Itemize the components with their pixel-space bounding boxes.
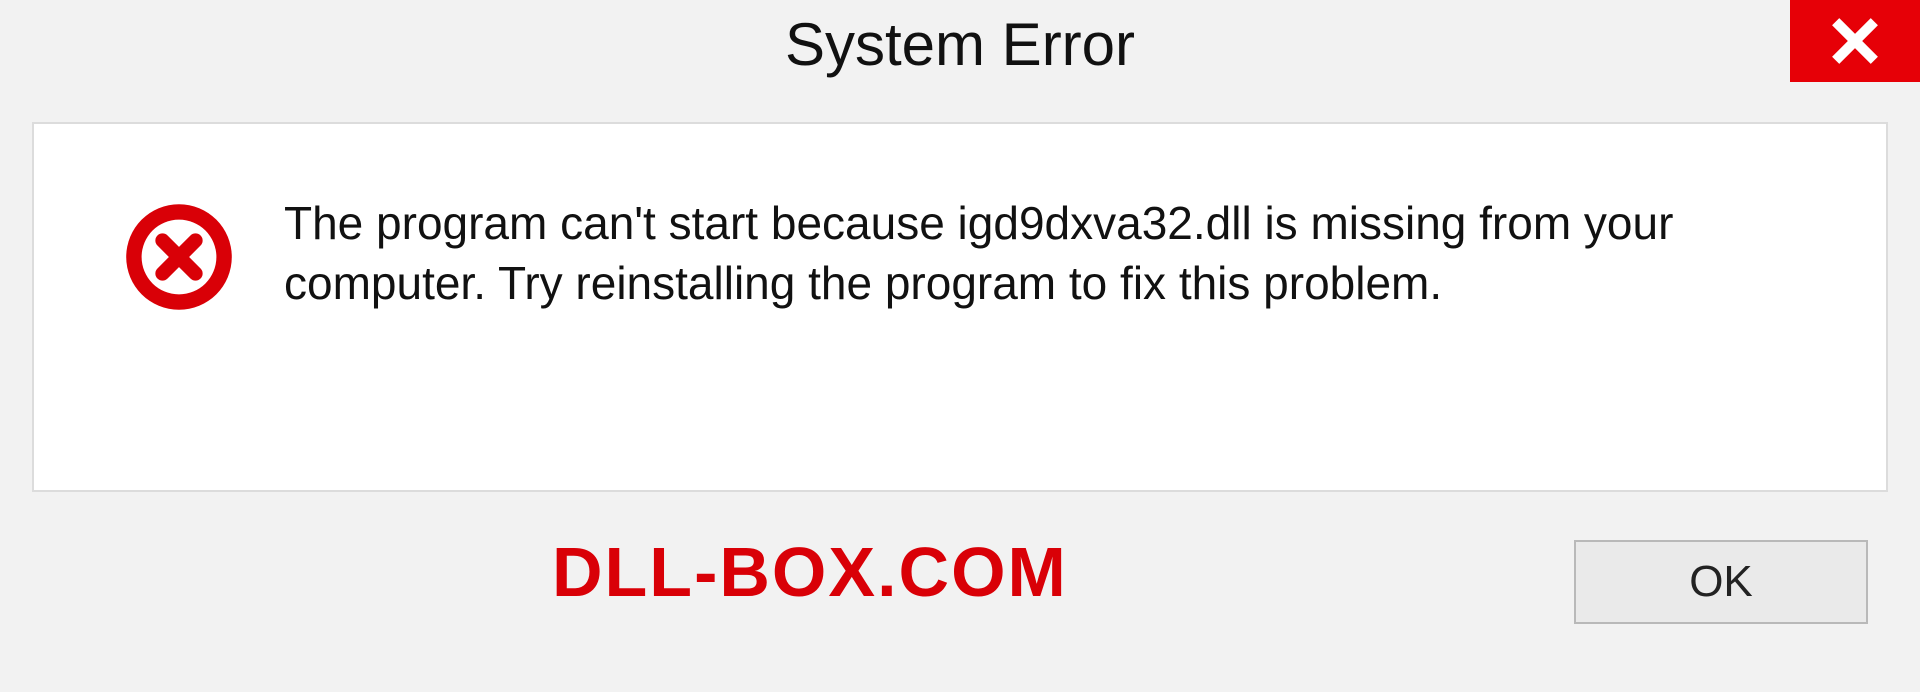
- dialog-title: System Error: [785, 10, 1135, 79]
- ok-button-label: OK: [1689, 557, 1753, 607]
- ok-button[interactable]: OK: [1574, 540, 1868, 624]
- dialog-footer: DLL-BOX.COM OK: [32, 492, 1888, 652]
- dialog-body: The program can't start because igd9dxva…: [32, 122, 1888, 492]
- system-error-dialog: System Error The program can't start bec…: [0, 0, 1920, 692]
- close-button[interactable]: [1790, 0, 1920, 82]
- close-icon: [1828, 14, 1882, 68]
- watermark-text: DLL-BOX.COM: [552, 532, 1068, 612]
- error-message: The program can't start because igd9dxva…: [284, 194, 1826, 314]
- title-bar: System Error: [0, 0, 1920, 96]
- error-icon: [124, 202, 234, 312]
